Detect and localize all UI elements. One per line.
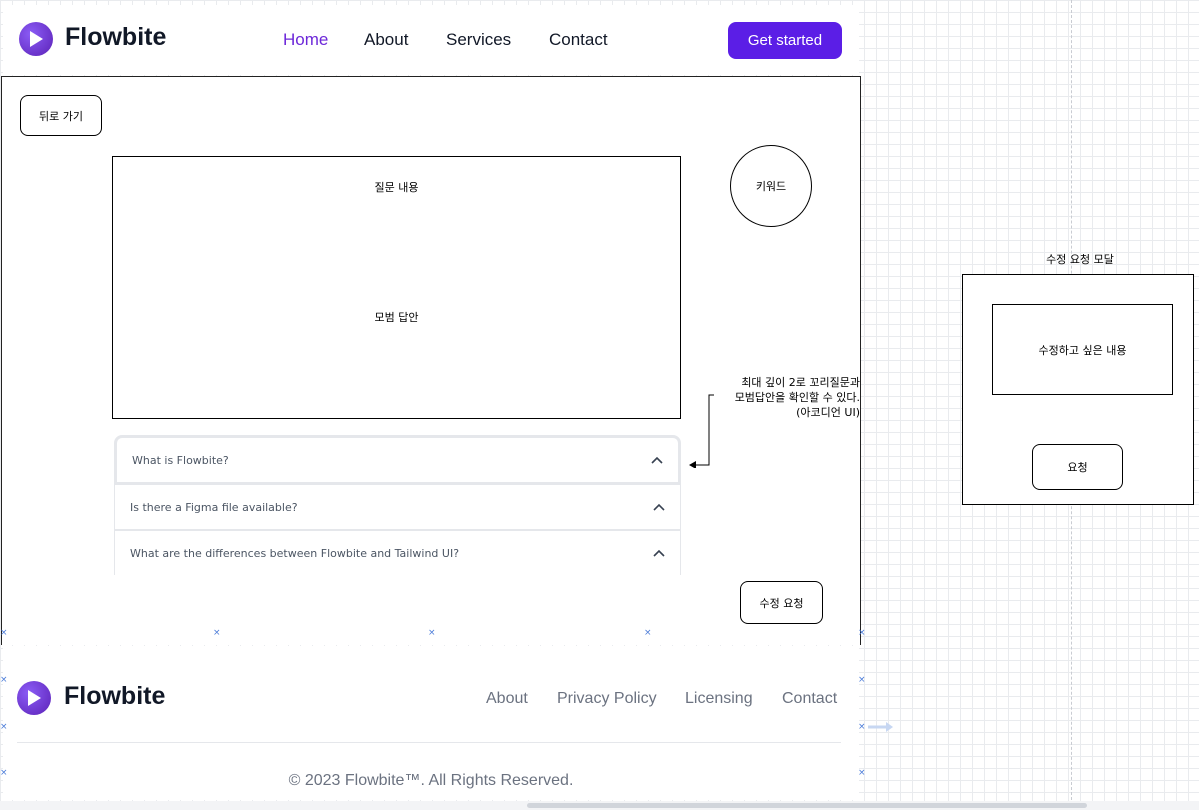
modal-content-label: 수정하고 싶은 내용 <box>1038 343 1127 357</box>
scrollbar-thumb[interactable] <box>527 803 1087 808</box>
accordion-question: What is Flowbite? <box>132 453 229 467</box>
play-logo-icon[interactable] <box>17 681 51 715</box>
edit-request-button[interactable]: 수정 요청 <box>740 581 823 624</box>
annotation-arrow-icon <box>689 394 714 468</box>
x-marker-icon: × <box>858 628 866 638</box>
x-marker-icon: × <box>858 768 866 778</box>
accordion-item[interactable]: Is there a Figma file available? <box>114 484 681 530</box>
footer-link-contact[interactable]: Contact <box>782 690 837 708</box>
x-marker-icon: × <box>213 628 221 638</box>
modal-content-box[interactable]: 수정하고 싶은 내용 <box>992 304 1173 395</box>
accordion-question: What are the differences between Flowbit… <box>130 546 460 560</box>
play-logo-icon[interactable] <box>19 22 53 56</box>
connector-arrow-icon <box>868 722 893 732</box>
chevron-up-icon <box>653 549 665 557</box>
modal-title: 수정 요청 모달 <box>1046 253 1114 266</box>
chevron-up-icon <box>651 456 663 464</box>
x-marker-icon: × <box>858 675 866 685</box>
answer-box: 모범 답안 <box>112 216 681 419</box>
nav-about[interactable]: About <box>364 30 408 50</box>
nav-contact[interactable]: Contact <box>549 30 608 50</box>
navbar: Flowbite Home About Services Contact Get… <box>3 5 859 75</box>
footer-divider <box>17 742 841 743</box>
nav-services[interactable]: Services <box>446 30 511 50</box>
annotation-line: 최대 깊이 2로 꼬리질문과 <box>741 376 860 389</box>
answer-label: 모범 답안 <box>374 311 419 324</box>
question-label: 질문 내용 <box>374 181 419 194</box>
accordion-item[interactable]: What are the differences between Flowbit… <box>114 530 681 575</box>
modal-submit-button[interactable]: 요청 <box>1032 444 1123 490</box>
footer-link-about[interactable]: About <box>486 690 528 708</box>
x-marker-icon: × <box>428 628 436 638</box>
chevron-up-icon <box>653 503 665 511</box>
x-marker-icon: × <box>644 628 652 638</box>
x-marker-icon: × <box>0 675 8 685</box>
x-marker-icon: × <box>0 768 8 778</box>
back-button[interactable]: 뒤로 가기 <box>20 95 102 136</box>
x-marker-icon: × <box>0 722 8 732</box>
footer-brand-name[interactable]: Flowbite <box>64 682 165 711</box>
footer-link-privacy[interactable]: Privacy Policy <box>557 690 657 708</box>
nav-home[interactable]: Home <box>283 30 328 50</box>
accordion-question: Is there a Figma file available? <box>130 500 298 514</box>
get-started-button[interactable]: Get started <box>728 22 842 59</box>
footer: Flowbite About Privacy Policy Licensing … <box>3 646 859 800</box>
brand-name[interactable]: Flowbite <box>65 23 166 52</box>
x-marker-icon: × <box>858 722 866 732</box>
footer-link-licensing[interactable]: Licensing <box>685 690 753 708</box>
faq-accordion: What is Flowbite? Is there a Figma file … <box>114 435 683 575</box>
x-marker-icon: × <box>0 628 8 638</box>
keyword-label: 키워드 <box>755 180 787 193</box>
question-box: 질문 내용 <box>112 156 681 218</box>
copyright: © 2023 Flowbite™. All Rights Reserved. <box>288 772 574 789</box>
accordion-item[interactable]: What is Flowbite? <box>114 435 681 485</box>
keyword-circle[interactable]: 키워드 <box>730 145 812 227</box>
